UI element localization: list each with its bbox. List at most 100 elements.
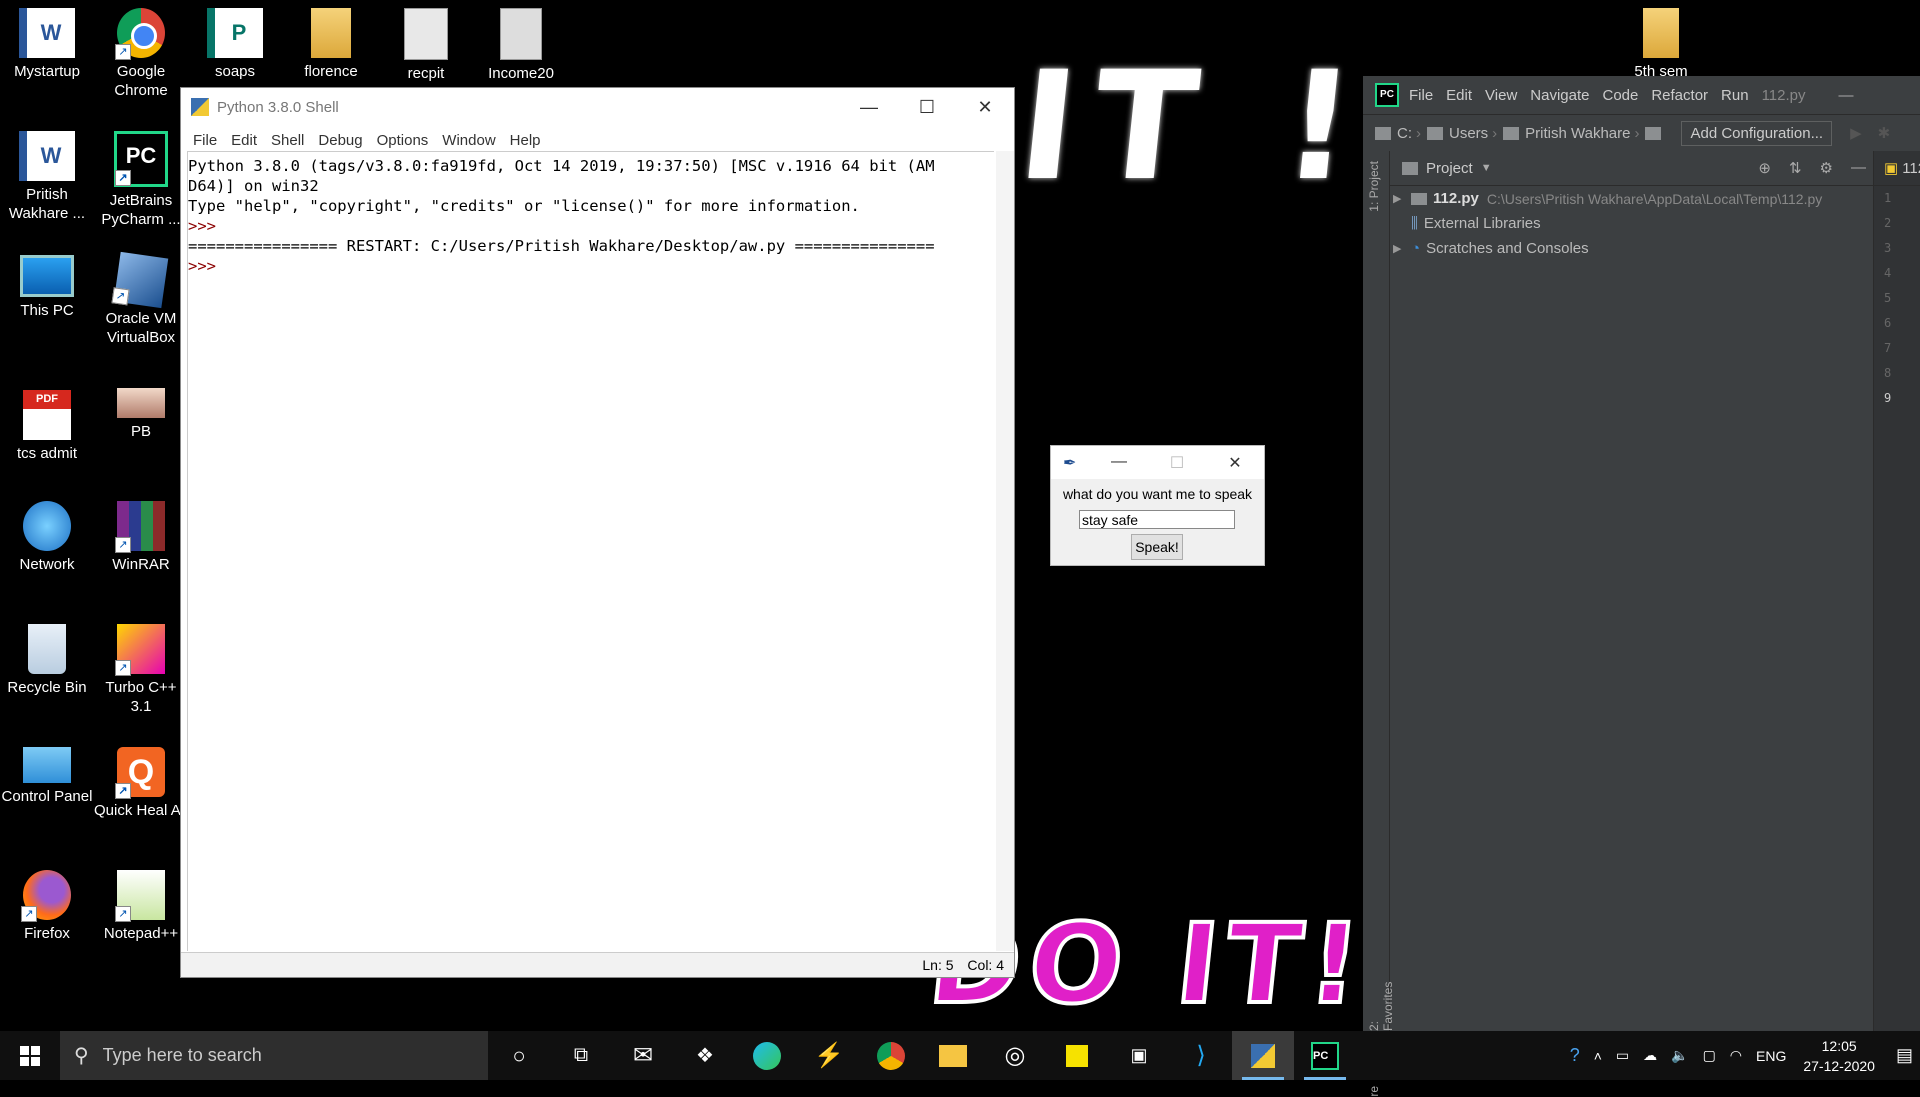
desktop-icon-tcs-admit[interactable]: PDF tcs admit [0,370,94,463]
gear-icon[interactable]: ⚙ [1820,159,1833,177]
clock[interactable]: 12:05 27-12-2020 [1803,1036,1875,1076]
notification-icon[interactable]: ▤ [1896,1045,1913,1066]
project-tool-tab[interactable]: 1: Project [1367,161,1381,212]
minimize-button[interactable]: — [1090,453,1148,473]
tree-item-scratches[interactable]: ▶ ◔ Scratches and Consoles [1393,236,1874,261]
menu-view[interactable]: View [1485,87,1517,104]
shell-text-area[interactable]: Python 3.8.0 (tags/v3.8.0:fa919fd, Oct 1… [187,151,994,951]
breadcrumb-user[interactable]: Pritish Wakhare [1525,125,1630,142]
cortana-icon[interactable]: ○ [488,1031,550,1080]
desktop-icon-5th-sem[interactable]: 5th sem [1614,0,1708,76]
desktop-icon-network[interactable]: Network [0,493,94,574]
locate-icon[interactable]: ⊕ [1758,159,1771,177]
menu-help[interactable]: Help [510,132,541,149]
tree-item-112-py[interactable]: ▶ 112.py C:\Users\Pritish Wakhare\AppDat… [1393,186,1874,211]
desktop-icon-label: Income20 [488,65,554,82]
close-button[interactable]: ✕ [1206,453,1264,473]
meet-now-icon[interactable]: ▢ [1703,1047,1716,1064]
breadcrumb-users[interactable]: Users [1449,125,1488,142]
menu-file[interactable]: File [193,132,217,149]
edge-icon[interactable] [736,1031,798,1080]
volume-icon[interactable]: 🔈 [1671,1047,1688,1064]
desktop-icon-pycharm[interactable]: PC JetBrains PyCharm ... [94,123,188,229]
title-bar[interactable]: Python 3.8.0 Shell — ☐ ✕ [181,88,1014,126]
desktop-icon-pritish-doc[interactable]: W Pritish Wakhare ... [0,123,94,223]
breadcrumb-separator: › [1492,124,1498,142]
menu-edit[interactable]: Edit [1446,87,1472,104]
language-indicator[interactable]: ENG [1756,1048,1786,1064]
menu-navigate[interactable]: Navigate [1530,87,1589,104]
mail-icon[interactable]: ✉ [612,1031,674,1080]
structure-tool-tab[interactable]: re [1367,1086,1381,1097]
taskbar-search-box[interactable]: ⚲ Type here to search [60,1031,488,1080]
chrome-logo [877,1041,905,1070]
file-explorer-icon[interactable] [922,1031,984,1080]
desktop-icon-notepad-plus-plus[interactable]: Notepad++ [94,862,188,943]
menu-options[interactable]: Options [377,132,429,149]
speak-text-input[interactable] [1079,510,1235,529]
vertical-scrollbar[interactable] [996,151,1014,951]
desktop-icon-control-panel[interactable]: Control Panel [0,739,94,806]
sticky-notes-icon[interactable] [1046,1031,1108,1080]
maximize-button[interactable]: ☐ [898,97,956,118]
minimize-button[interactable]: — [840,97,898,118]
favorites-tool-tab[interactable]: 2: Favorites [1367,976,1395,1031]
tree-item-external-libraries[interactable]: ⫼ External Libraries [1393,211,1874,236]
recycle-bin-icon [28,624,66,674]
collapse-all-icon[interactable]: ⇅ [1789,159,1802,177]
desktop-icon-income20[interactable]: Income20 [474,0,568,83]
chevron-down-icon[interactable]: ▼ [1481,162,1492,174]
desktop-icon-label: PB [130,423,151,440]
chevron-up-icon[interactable]: ˄ [1594,1048,1602,1064]
desktop-icon-turbo-cpp[interactable]: Turbo C++ 3.1 [94,616,188,716]
desktop-icon-recpit[interactable]: recpit [379,0,473,83]
desktop-icon-mystartup[interactable]: W Mystartup [0,0,94,81]
menu-window[interactable]: Window [442,132,495,149]
desktop-icon-soaps[interactable]: P soaps [188,0,282,81]
menu-code[interactable]: Code [1602,87,1638,104]
desktop-icon-virtualbox[interactable]: Oracle VM VirtualBox [94,247,188,347]
chrome-icon[interactable] [860,1031,922,1080]
menu-file[interactable]: File [1409,87,1433,104]
pycharm-taskbar-icon[interactable]: PC [1294,1031,1356,1080]
expand-arrow-icon[interactable]: ▶ [1393,192,1411,205]
hide-panel-icon[interactable]: — [1851,159,1866,177]
vscode-icon[interactable]: ⟩ [1170,1031,1232,1080]
menu-debug[interactable]: Debug [318,132,362,149]
menu-shell[interactable]: Shell [271,132,304,149]
desktop-icon-google-chrome[interactable]: Google Chrome [94,0,188,100]
help-icon[interactable]: ? [1570,1045,1580,1066]
project-view-selector[interactable]: Project [1426,160,1473,177]
menu-run[interactable]: Run [1721,87,1749,104]
wifi-icon[interactable]: ◠ [1730,1047,1742,1064]
start-button[interactable] [0,1031,60,1080]
menu-refactor[interactable]: Refactor [1651,87,1708,104]
dialog-title-bar[interactable]: ✒ — ☐ ✕ [1051,446,1264,479]
desktop-icon-firefox[interactable]: Firefox [0,862,94,943]
desktop-icon-pb[interactable]: PB [94,370,188,441]
desktop-icon-florence[interactable]: florence [284,0,378,81]
minimize-button[interactable]: — [1839,87,1854,104]
winamp-icon[interactable]: ⚡ [798,1031,860,1080]
battery-icon[interactable]: ▭ [1616,1047,1629,1064]
app-icon[interactable]: ▣ [1108,1031,1170,1080]
add-configuration-button[interactable]: Add Configuration... [1681,120,1833,146]
desktop-icon-quick-heal[interactable]: Q Quick Heal AntiVirus Pro [94,739,188,820]
desktop-icon-this-pc[interactable]: This PC [0,247,94,320]
breadcrumb-drive[interactable]: C: [1397,125,1412,142]
speak-button[interactable]: Speak! [1131,534,1183,560]
desktop-icon-recycle-bin[interactable]: Recycle Bin [0,616,94,697]
editor-tab-112[interactable]: ▣112 [1874,151,1920,186]
run-icon[interactable]: ▶ [1850,124,1862,142]
onedrive-icon[interactable]: ☁ [1643,1047,1657,1064]
menu-edit[interactable]: Edit [231,132,257,149]
python-idle-icon[interactable] [1232,1031,1294,1080]
debug-icon[interactable]: ✱ [1878,124,1891,142]
desktop-icon-winrar[interactable]: WinRAR [94,493,188,574]
media-player-icon[interactable]: ◎ [984,1031,1046,1080]
close-button[interactable]: ✕ [956,97,1014,118]
system-tray: ? ˄ ▭ ☁ 🔈 ▢ ◠ ENG 12:05 27-12-2020 ▤ [1563,1036,1920,1076]
task-view-icon[interactable]: ⧉ [550,1031,612,1080]
expand-arrow-icon[interactable]: ▶ [1393,242,1411,255]
dropbox-icon[interactable]: ❖ [674,1031,736,1080]
